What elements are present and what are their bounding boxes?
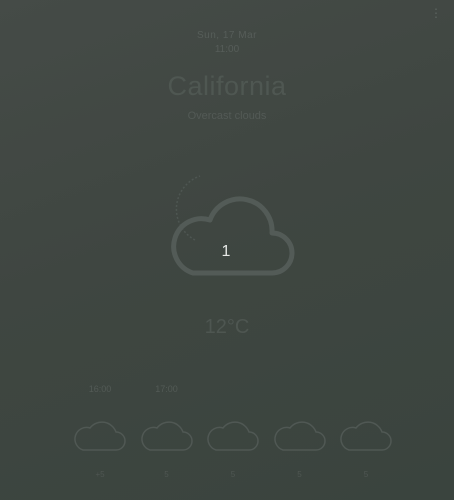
cloud-icon bbox=[140, 421, 193, 451]
cloud-icon bbox=[273, 421, 326, 451]
cloud-icon: 1 bbox=[171, 175, 295, 276]
forecast-item: 17:00 5 bbox=[135, 384, 199, 479]
city-name: California bbox=[167, 71, 287, 101]
forecast-item: 5 bbox=[334, 384, 398, 479]
forecast-time bbox=[268, 384, 332, 396]
cloud-icon bbox=[74, 421, 126, 451]
forecast-time bbox=[201, 384, 265, 396]
cloud-icon bbox=[207, 421, 259, 451]
forecast-item: 5 bbox=[201, 384, 265, 479]
condition-label: Overcast clouds bbox=[187, 110, 267, 122]
cloud-icon bbox=[340, 421, 392, 451]
current-temperature: 12°C bbox=[204, 316, 250, 338]
forecast-temp: 5 bbox=[297, 470, 302, 479]
forecast-temp: 5 bbox=[164, 470, 169, 479]
forecast-item: 16:00 +5 bbox=[68, 384, 132, 479]
forecast-temp: 5 bbox=[230, 470, 236, 479]
weather-header: Sun, 17 Mar 11:00 California Overcast cl… bbox=[0, 30, 454, 122]
more-vert-icon[interactable]: ⋮ bbox=[430, 6, 442, 20]
forecast-time: 17:00 bbox=[155, 384, 178, 394]
forecast-item: 5 bbox=[268, 384, 332, 479]
forecast-temp: 5 bbox=[363, 470, 369, 479]
time-label: 11:00 bbox=[214, 44, 240, 55]
hourly-forecast: 16:00 +5 17:00 5 5 5 5 bbox=[68, 384, 398, 479]
date-label: Sun, 17 Mar bbox=[197, 30, 257, 41]
forecast-temp: +5 bbox=[95, 470, 105, 479]
forecast-time: 16:00 bbox=[88, 384, 112, 394]
forecast-time bbox=[334, 384, 398, 396]
weather-icon-number: 1 bbox=[222, 243, 231, 260]
